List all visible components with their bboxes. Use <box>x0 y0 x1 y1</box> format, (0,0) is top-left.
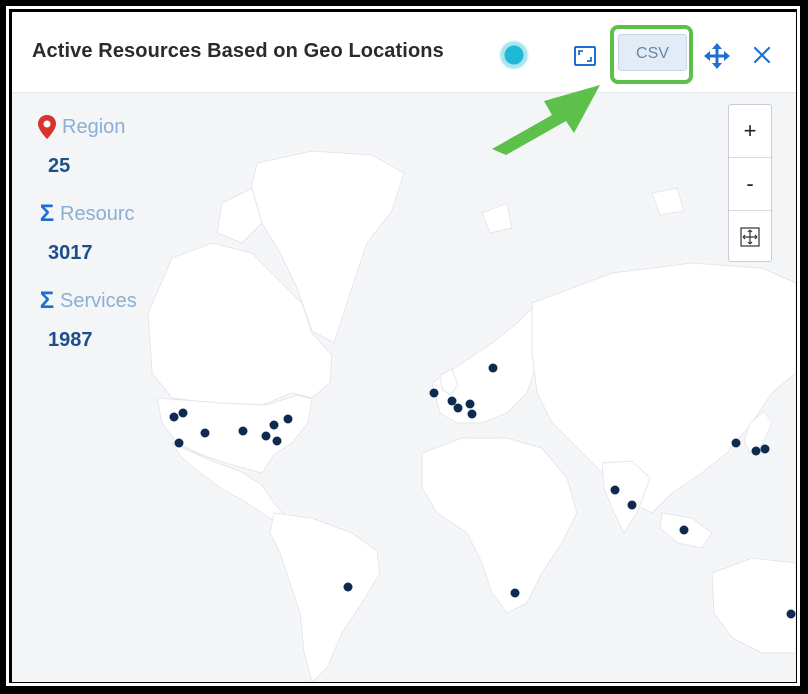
close-icon[interactable] <box>753 46 771 64</box>
region-marker <box>429 388 439 398</box>
zoom-out-button[interactable]: - <box>729 158 771 211</box>
region-marker <box>269 420 279 430</box>
region-marker <box>679 525 689 535</box>
region-marker <box>760 444 770 454</box>
africa-landmass <box>421 437 578 614</box>
india-landmass <box>601 460 651 535</box>
region-marker <box>200 428 210 438</box>
screenshot-frame: Active Resources Based on Geo Locations … <box>0 0 808 694</box>
region-marker <box>447 396 457 406</box>
stat-value-services: 1987 <box>48 329 93 351</box>
region-marker <box>731 438 741 448</box>
stat-value-region: 25 <box>48 155 71 177</box>
region-marker <box>465 399 475 409</box>
stat-value-resources: 3017 <box>48 242 93 264</box>
region-marker <box>343 582 353 592</box>
sigma-icon: Σ <box>39 200 55 227</box>
widget-title: Active Resources Based on Geo Locations <box>32 40 444 62</box>
region-marker <box>272 436 282 446</box>
region-marker <box>510 588 520 598</box>
expand-icon[interactable] <box>574 46 596 66</box>
world-map-area[interactable]: Region 25 Σ Resourc 3017 Σ Services 1987… <box>12 93 796 682</box>
stat-label-text: Resourc <box>60 202 135 225</box>
arctic-archipelago-landmass <box>651 187 685 216</box>
stat-label-services: Σ Services <box>36 287 148 315</box>
south-america-landmass <box>269 512 381 682</box>
csv-export-button[interactable]: CSV <box>618 34 687 71</box>
region-marker <box>751 446 761 456</box>
fit-screen-icon <box>740 227 760 247</box>
usa-landmass <box>156 394 313 474</box>
region-marker <box>261 431 271 441</box>
region-marker <box>178 408 188 418</box>
region-marker <box>610 485 620 495</box>
region-marker <box>488 363 498 373</box>
region-marker <box>627 500 637 510</box>
asia-landmass <box>531 262 796 514</box>
widget-header: Active Resources Based on Geo Locations … <box>12 12 796 93</box>
region-marker <box>453 403 463 413</box>
region-marker <box>174 438 184 448</box>
zoom-in-button[interactable]: + <box>729 105 771 158</box>
svalbard-landmass <box>481 202 513 234</box>
status-indicator-icon <box>499 40 529 70</box>
sigma-icon: Σ <box>39 287 55 314</box>
region-marker <box>786 609 796 619</box>
zoom-controls: + - <box>728 104 772 262</box>
region-marker <box>238 426 248 436</box>
move-icon[interactable] <box>704 43 730 69</box>
geo-widget-panel: Active Resources Based on Geo Locations … <box>12 12 796 682</box>
region-marker <box>467 409 477 419</box>
stat-label-text: Region <box>62 115 126 138</box>
stats-panel: Region 25 Σ Resourc 3017 Σ Services 1987 <box>36 113 166 374</box>
stat-label-resources: Σ Resourc <box>36 200 148 228</box>
australia-landmass <box>711 557 796 654</box>
stat-label-text: Services <box>60 289 137 312</box>
fit-to-screen-button[interactable] <box>729 211 771 263</box>
annotation-arrow-icon <box>492 85 600 155</box>
region-marker <box>283 414 293 424</box>
europe-landmass <box>431 307 543 424</box>
stat-label-region: Region <box>36 113 148 141</box>
region-marker <box>169 412 179 422</box>
map-pin-icon <box>38 115 56 139</box>
